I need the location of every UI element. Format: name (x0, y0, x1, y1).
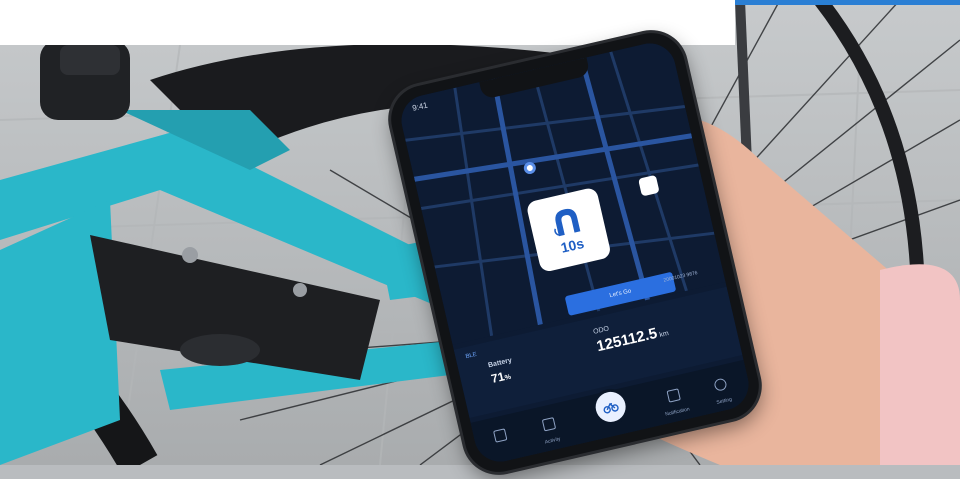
activity-icon (541, 417, 557, 432)
bell-icon (666, 388, 681, 403)
tab-label: Activity (544, 436, 562, 446)
odo-unit: km (658, 330, 670, 340)
tab-label: Notification (664, 406, 691, 418)
tab-activity[interactable]: Activity (528, 413, 573, 448)
bike-icon (603, 402, 619, 414)
gear-icon (713, 377, 728, 392)
tab-bike[interactable] (592, 388, 629, 425)
home-icon (493, 428, 508, 443)
lock-timer-label: 10s (559, 234, 586, 256)
tab-notification[interactable]: Notification (653, 384, 698, 419)
tab-setting[interactable]: Setting (699, 373, 744, 408)
tab-label: Setting (716, 396, 733, 406)
bike-lock-icon (554, 208, 581, 237)
top-accent-bar (735, 0, 960, 5)
tab-home[interactable] (479, 424, 523, 453)
tab-label (484, 445, 523, 454)
battery-unit: % (504, 373, 512, 382)
